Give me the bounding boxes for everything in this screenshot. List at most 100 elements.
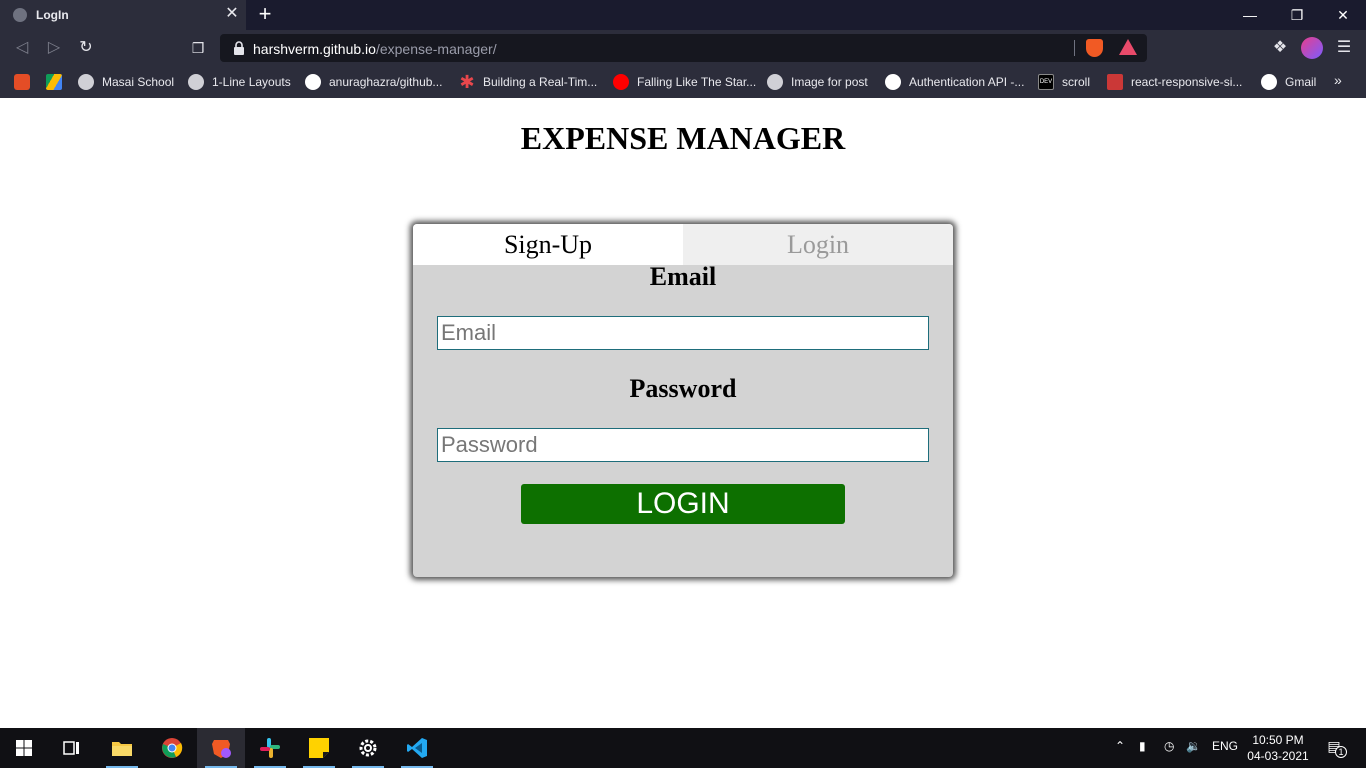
taskbar-chrome[interactable] [148, 728, 196, 768]
windows-taskbar: ⌃ ▮ ◷ 🔉 ENG 10:50 PM 04-03-2021 ▤ 1 [0, 728, 1366, 768]
brave-shields-icon[interactable] [1086, 39, 1103, 57]
bookmark-item[interactable]: Image for post [767, 72, 868, 92]
notification-center-icon[interactable]: ▤ 1 [1322, 738, 1347, 760]
reload-icon[interactable]: ↻ [75, 37, 97, 59]
browser-titlebar: LogIn ✕ + — ❐ ✕ [0, 0, 1366, 30]
bookmark-label: anuraghazra/github... [329, 75, 443, 89]
menu-icon[interactable]: ☰ [1334, 37, 1354, 59]
browser-toolbar: ◁ ▷ ↻ ❒ harshverm.github.io/expense-mana… [0, 30, 1366, 66]
google-icon [1261, 74, 1277, 90]
sticky-notes-icon [309, 738, 329, 758]
chrome-icon [162, 738, 183, 758]
url-text[interactable]: harshverm.github.io/expense-manager/ [253, 41, 497, 57]
bookmark-item[interactable]: Falling Like The Star... [613, 72, 756, 92]
globe-icon [767, 74, 783, 90]
bookmark-label: Image for post [791, 75, 868, 89]
file-explorer-icon [112, 742, 132, 756]
windows-start-icon [16, 740, 32, 756]
minimize-window-icon[interactable]: — [1227, 0, 1273, 30]
bookmark-item[interactable]: Masai School [78, 72, 174, 92]
asterisk-icon: ✱ [459, 72, 475, 92]
bookmark-label: Masai School [102, 75, 175, 89]
notification-count: 1 [1335, 746, 1347, 758]
brave-rewards-bookmark-icon [14, 74, 30, 90]
page-title: EXPENSE MANAGER [520, 120, 846, 156]
clock-time: 10:50 PM [1252, 733, 1304, 747]
url-host: harshverm.github.io [253, 41, 376, 57]
globe-icon [13, 8, 27, 22]
bookmark-item[interactable]: Gmail [1261, 72, 1316, 92]
bookmark-label: Authentication API -... [909, 75, 1025, 89]
vscode-icon [407, 738, 427, 758]
system-clock[interactable]: 10:50 PM 04-03-2021 [1240, 732, 1316, 764]
auth-card: Sign-Up Login Email Password LOGIN [413, 224, 953, 577]
brave-icon [212, 740, 231, 758]
bookmark-item[interactable]: anuraghazra/github... [305, 72, 442, 92]
bookmark-label: scroll [1062, 75, 1091, 89]
dev-icon: DEV [1038, 74, 1054, 90]
taskbar-sticky-notes[interactable] [295, 728, 343, 768]
password-label: Password [629, 374, 737, 403]
bookmark-label: react-responsive-si... [1131, 75, 1243, 89]
new-tab-button[interactable]: + [254, 2, 276, 26]
bookmark-label: 1-Line Layouts [212, 75, 291, 89]
slack-icon [260, 738, 280, 758]
wifi-icon[interactable]: ◷ [1164, 739, 1174, 753]
url-path: /expense-manager/ [375, 41, 497, 57]
close-window-icon[interactable]: ✕ [1320, 0, 1366, 30]
show-hidden-icons[interactable]: ⌃ [1115, 739, 1125, 753]
task-view-icon [63, 741, 79, 755]
youtube-music-icon [613, 74, 629, 90]
bookmark-page-icon[interactable]: ❒ [187, 37, 209, 59]
more-bookmarks-icon[interactable]: » [1334, 72, 1342, 88]
taskbar-slack[interactable] [246, 728, 294, 768]
lock-icon [234, 41, 244, 55]
page-content: EXPENSE MANAGER Sign-Up Login Email Pass… [0, 98, 1366, 728]
bookmarks-bar: Masai School 1-Line Layouts anuraghazra/… [0, 66, 1366, 98]
bookmark-item[interactable]: ✱ Building a Real-Tim... [459, 72, 597, 92]
tab-login[interactable]: Login [683, 224, 953, 265]
taskbar-brave[interactable] [197, 728, 245, 768]
forward-icon[interactable]: ▷ [43, 37, 65, 59]
bookmark-item[interactable] [14, 72, 38, 92]
taskbar-settings[interactable] [344, 728, 392, 768]
clock-date: 04-03-2021 [1247, 749, 1309, 763]
login-button[interactable]: LOGIN [521, 484, 845, 524]
back-icon[interactable]: ◁ [11, 37, 33, 59]
npm-icon [1107, 74, 1123, 90]
address-bar[interactable]: harshverm.github.io/expense-manager/ [220, 34, 1147, 62]
auth-tabs: Sign-Up Login [413, 224, 953, 265]
bookmark-label: Falling Like The Star... [637, 75, 757, 89]
taskbar-file-explorer[interactable] [98, 728, 146, 768]
bookmark-item[interactable]: DEV scroll [1038, 72, 1090, 92]
bookmark-label: Gmail [1285, 75, 1317, 89]
bookmark-item[interactable] [46, 72, 70, 92]
language-indicator[interactable]: ENG [1212, 739, 1238, 753]
url-separator [1074, 40, 1075, 56]
bookmark-item[interactable]: 1-Line Layouts [188, 72, 291, 92]
settings-icon [359, 739, 377, 757]
restore-window-icon[interactable]: ❐ [1274, 0, 1320, 30]
bookmark-item[interactable]: react-responsive-si... [1107, 72, 1242, 92]
bookmark-item[interactable]: Authentication API -... [885, 72, 1024, 92]
email-field[interactable] [437, 316, 929, 350]
extensions-icon[interactable]: ❖ [1270, 38, 1290, 58]
brave-rewards-icon[interactable] [1119, 39, 1137, 55]
globe-icon [78, 74, 94, 90]
close-tab-icon[interactable]: ✕ [223, 5, 241, 23]
github-icon [885, 74, 901, 90]
bookmark-label: Building a Real-Tim... [483, 75, 598, 89]
google-drive-icon [46, 74, 62, 90]
volume-icon[interactable]: 🔉 [1186, 739, 1201, 753]
battery-icon[interactable]: ▮ [1139, 739, 1146, 753]
profile-avatar[interactable] [1301, 37, 1323, 59]
tab-signup[interactable]: Sign-Up [413, 224, 683, 265]
email-label: Email [649, 262, 717, 291]
browser-tab[interactable]: LogIn ✕ [0, 0, 246, 30]
windows-start-button[interactable] [0, 728, 48, 768]
taskbar-vscode[interactable] [393, 728, 441, 768]
globe-icon [188, 74, 204, 90]
password-field[interactable] [437, 428, 929, 462]
github-icon [305, 74, 321, 90]
task-view-button[interactable] [48, 728, 96, 768]
